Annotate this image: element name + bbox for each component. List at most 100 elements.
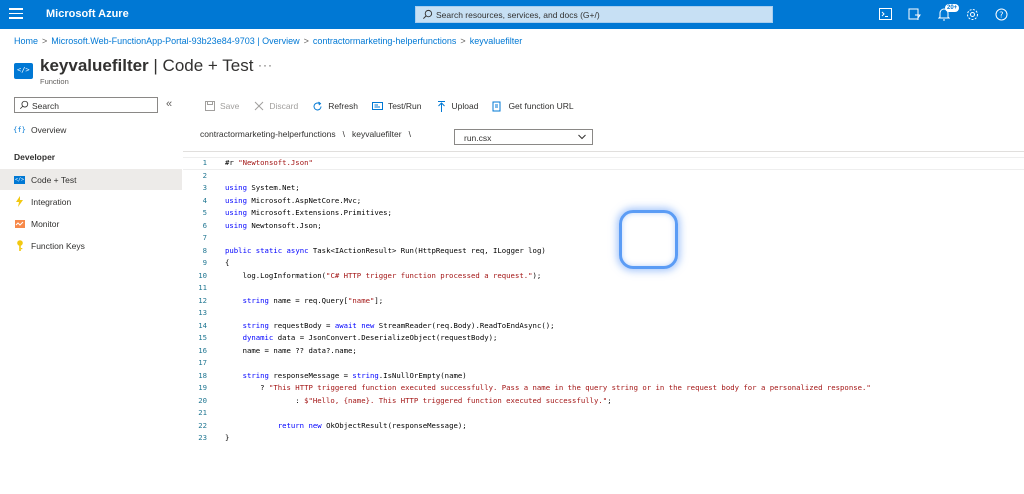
get-function-url-button[interactable]: Get function URL — [492, 101, 574, 112]
command-bar: Save Discard Refresh Test/Run Upload Get… — [204, 98, 588, 114]
code-text: #r "Newtonsoft.Json" — [225, 158, 313, 167]
line-number: 2 — [202, 170, 207, 180]
file-path: contractormarketing-helperfunctions \ ke… — [200, 129, 418, 139]
code-text: public static async Task<IActionResult> … — [225, 245, 546, 255]
code-text: return new OkObjectResult(responseMessag… — [277, 420, 467, 430]
save-button[interactable]: Save — [204, 101, 239, 112]
close-icon — [253, 101, 264, 112]
line-number: 14 — [198, 320, 207, 330]
cloud-shell-icon[interactable] — [871, 4, 900, 24]
line-number: 20 — [198, 395, 207, 405]
code-editor[interactable]: 1 #r "Newtonsoft.Json" 2 3 using System.Net;… — [183, 151, 1024, 494]
sidebar-item-code-test[interactable]: </> Code + Test — [0, 169, 182, 190]
code-text: string requestBody = await new StreamRea… — [242, 320, 555, 330]
notifications-icon[interactable]: 20+ — [929, 4, 960, 24]
refresh-label: Refresh — [328, 101, 358, 111]
function-code-icon: </> — [14, 63, 33, 79]
search-icon — [423, 9, 433, 19]
page-subtitle: Function — [40, 77, 69, 86]
line-number: 21 — [198, 408, 207, 417]
refresh-button[interactable]: Refresh — [312, 101, 358, 112]
page-title-section: | Code + Test — [148, 56, 254, 75]
path-separator: \ — [342, 129, 345, 139]
help-icon[interactable]: ? — [987, 4, 1016, 24]
line-number: 8 — [202, 245, 207, 255]
line-number: 4 — [202, 195, 207, 205]
get-function-url-label: Get function URL — [508, 101, 574, 111]
line-number: 9 — [202, 258, 207, 267]
click-indicator — [619, 210, 678, 269]
sidebar-search-input[interactable]: Search — [14, 97, 158, 113]
code-text: log.LogInformation("C# HTTP trigger func… — [225, 270, 542, 280]
breadcrumb-separator: > — [460, 36, 466, 46]
line-number: 11 — [198, 283, 207, 292]
menu-icon[interactable] — [9, 8, 23, 20]
file-select-dropdown[interactable]: run.csx — [454, 129, 593, 145]
svg-text:?: ? — [999, 10, 1003, 19]
save-label: Save — [220, 101, 240, 111]
upload-button[interactable]: Upload — [436, 100, 479, 112]
code-text: using Microsoft.Extensions.Primitives; — [225, 208, 392, 217]
save-icon — [204, 101, 215, 112]
sidebar-item-label: Monitor — [31, 218, 60, 229]
line-number: 10 — [198, 270, 207, 280]
breadcrumb-function[interactable]: keyvaluefilter — [470, 36, 523, 46]
code-text: string responseMessage = string.IsNullOr… — [242, 370, 467, 380]
breadcrumb-app-name[interactable]: contractormarketing-helperfunctions — [313, 36, 457, 46]
code-text: : $"Hello, {name}. This HTTP triggered f… — [225, 395, 612, 405]
upload-icon — [436, 100, 447, 112]
breadcrumb-home[interactable]: Home — [14, 36, 38, 46]
path-app-name: contractormarketing-helperfunctions — [200, 129, 336, 139]
global-search-input[interactable]: Search resources, services, and docs (G+… — [415, 6, 773, 23]
line-number: 1 — [202, 158, 207, 167]
line-number: 7 — [202, 233, 207, 242]
test-run-label: Test/Run — [387, 101, 422, 111]
monitor-icon — [14, 218, 25, 229]
code-text: ? "This HTTP triggered function executed… — [225, 383, 871, 392]
line-number: 13 — [198, 308, 207, 317]
page-title-function: keyvaluefilter — [40, 56, 149, 75]
test-run-button[interactable]: Test/Run — [371, 101, 422, 112]
sidebar-item-integration[interactable]: Integration — [0, 191, 182, 212]
line-number: 18 — [198, 370, 207, 380]
breadcrumb-function-app[interactable]: Microsoft.Web-FunctionApp-Portal-93b23e8… — [51, 36, 299, 46]
path-function-name: keyvaluefilter — [351, 129, 402, 139]
directory-filter-icon[interactable] — [900, 4, 929, 24]
search-icon — [19, 100, 29, 110]
code-text: string name = req.Query["name"]; — [242, 295, 384, 305]
sidebar-item-label: Overview — [31, 124, 67, 135]
page-title: keyvaluefilter | Code + Test — [40, 56, 253, 76]
breadcrumb-separator: > — [303, 36, 309, 46]
more-options-button[interactable]: ··· — [258, 58, 273, 72]
line-number: 17 — [198, 358, 207, 367]
code-text: using Newtonsoft.Json; — [225, 220, 322, 230]
discard-button[interactable]: Discard — [253, 101, 298, 112]
code-text: dynamic data = JsonConvert.DeserializeOb… — [242, 333, 498, 342]
sidebar-item-monitor[interactable]: Monitor — [0, 213, 182, 234]
code-text: using System.Net; — [225, 183, 300, 192]
code-text: using Microsoft.AspNetCore.Mvc; — [225, 195, 362, 205]
brand-name[interactable]: Microsoft Azure — [46, 8, 129, 20]
line-number: 15 — [198, 333, 207, 342]
sidebar-item-label: Function Keys — [31, 240, 85, 251]
settings-icon[interactable] — [958, 4, 987, 24]
line-number: 5 — [202, 208, 207, 217]
chevron-down-icon — [578, 134, 586, 140]
key-icon — [14, 240, 25, 251]
file-select-value: run.csx — [464, 133, 492, 143]
line-number: 19 — [198, 383, 207, 392]
refresh-icon — [312, 101, 323, 112]
collapse-sidebar-button[interactable]: « — [166, 98, 172, 110]
lightning-icon — [14, 196, 25, 207]
line-number: 16 — [198, 345, 207, 355]
sidebar-item-label: Integration — [31, 196, 72, 207]
sidebar-item-function-keys[interactable]: Function Keys — [0, 235, 182, 256]
sidebar-item-overview[interactable]: {f} Overview — [0, 119, 182, 140]
top-bar: Microsoft Azure Search resources, servic… — [0, 0, 1024, 29]
line-number: 6 — [202, 220, 207, 230]
test-run-icon — [371, 101, 383, 112]
sidebar-search-placeholder: Search — [32, 101, 59, 111]
upload-label: Upload — [451, 101, 479, 111]
line-number: 12 — [198, 295, 207, 305]
link-icon — [492, 101, 503, 112]
